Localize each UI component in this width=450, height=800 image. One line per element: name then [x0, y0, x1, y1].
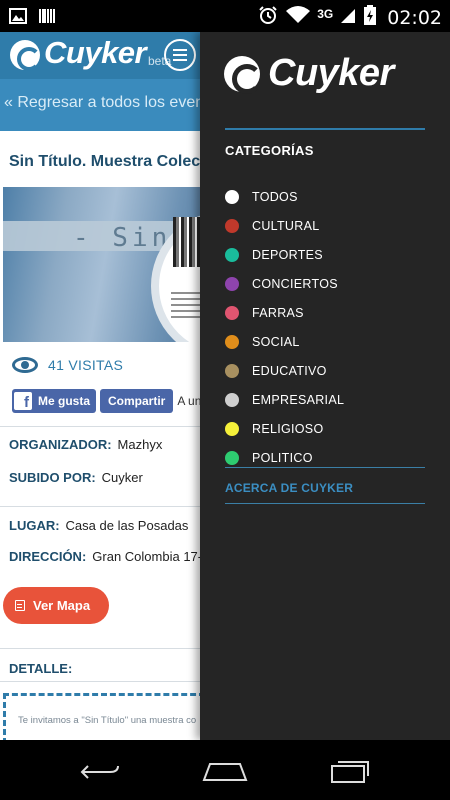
home-icon[interactable] — [202, 760, 248, 782]
category-label: SOCIAL — [252, 334, 300, 349]
category-label: TODOS — [252, 189, 298, 204]
detail-text: Te invitamos a "Sin Título" una muestra … — [18, 715, 197, 726]
category-dot-icon — [225, 218, 239, 233]
like-label: Me gusta — [38, 394, 91, 408]
category-dot-icon — [225, 189, 239, 204]
address-row: DIRECCIÓN: Gran Colombia 17-4 — [9, 549, 209, 564]
signal-icon — [339, 5, 357, 31]
category-item-social[interactable]: SOCIAL — [225, 327, 435, 356]
category-dot-icon — [225, 421, 239, 436]
visits-text: 41 VISITAS — [48, 357, 124, 373]
category-item-todos[interactable]: TODOS — [225, 182, 435, 211]
category-dot-icon — [225, 450, 239, 465]
detail-heading: DETALLE: — [9, 661, 73, 676]
drawer-divider — [225, 467, 425, 468]
view-map-button[interactable]: Ver Mapa — [3, 587, 109, 624]
social-buttons: f Me gusta Compartir A una p — [12, 389, 218, 413]
map-button-label: Ver Mapa — [33, 598, 91, 613]
hamburger-icon[interactable] — [164, 39, 196, 71]
navigation-drawer: Cuyker CATEGORÍAS TODOS CULTURAL DEPORTES C… — [200, 32, 450, 740]
visits-counter: 41 VISITAS — [12, 357, 123, 373]
category-item-empresarial[interactable]: EMPRESARIAL — [225, 385, 435, 414]
recent-apps-icon[interactable] — [330, 756, 372, 784]
alarm-icon — [257, 4, 279, 32]
drawer-brand[interactable]: Cuyker — [268, 52, 394, 95]
uploaded-value: Cuyker — [101, 470, 143, 485]
system-nav-bar — [0, 740, 450, 800]
address-value: Gran Colombia 17-4 — [92, 549, 210, 564]
category-dot-icon — [225, 247, 239, 262]
category-dot-icon — [225, 334, 239, 349]
category-dot-icon — [225, 276, 239, 291]
category-dot-icon — [225, 363, 239, 378]
about-cuyker-link[interactable]: ACERCA DE CUYKER — [225, 481, 353, 495]
categories-heading: CATEGORÍAS — [225, 143, 314, 158]
facebook-icon: f — [14, 392, 32, 410]
image-icon — [8, 6, 28, 31]
facebook-like-button[interactable]: f Me gusta — [12, 389, 97, 413]
organizer-label: ORGANIZADOR: — [9, 437, 112, 452]
eye-icon — [12, 357, 38, 373]
map-icon — [15, 600, 25, 611]
category-label: CULTURAL — [252, 218, 320, 233]
uploaded-by-row: SUBIDO POR: Cuyker — [9, 470, 143, 485]
address-label: DIRECCIÓN: — [9, 549, 87, 564]
status-bar: 3G 02:02 — [0, 0, 450, 32]
place-label: LUGAR: — [9, 518, 60, 533]
place-value: Casa de las Posadas — [65, 518, 189, 533]
organizer-value: Mazhyx — [117, 437, 163, 452]
drawer-divider — [225, 503, 425, 504]
clock: 02:02 — [387, 7, 442, 29]
back-icon[interactable] — [80, 762, 120, 782]
back-link-text: « Regresar a todos los eventos — [4, 94, 226, 111]
share-label: Compartir — [108, 394, 166, 408]
brand-name[interactable]: Cuyker — [44, 35, 147, 71]
barcode-icon — [38, 6, 56, 31]
facebook-share-button[interactable]: Compartir — [100, 389, 174, 413]
network-type: 3G — [317, 7, 334, 21]
drawer-divider — [225, 128, 425, 130]
category-dot-icon — [225, 392, 239, 407]
place-row: LUGAR: Casa de las Posadas — [9, 518, 188, 533]
category-item-cultural[interactable]: CULTURAL — [225, 211, 435, 240]
cuyker-logo-icon — [224, 56, 262, 94]
category-label: POLITICO — [252, 450, 313, 465]
category-item-educativo[interactable]: EDUCATIVO — [225, 356, 435, 385]
category-item-religioso[interactable]: RELIGIOSO — [225, 414, 435, 443]
poster-text: - Sin — [73, 223, 172, 253]
category-item-farras[interactable]: FARRAS — [225, 298, 435, 327]
category-label: EMPRESARIAL — [252, 392, 345, 407]
uploaded-label: SUBIDO POR: — [9, 470, 96, 485]
event-title: Sin Título. Muestra Colectiva — [9, 153, 228, 170]
category-label: EDUCATIVO — [252, 363, 327, 378]
organizer-row: ORGANIZADOR: Mazhyx — [9, 437, 162, 452]
screen: 3G 02:02 Cuyker beta « Regresar a todos … — [0, 0, 450, 800]
category-label: FARRAS — [252, 305, 304, 320]
category-label: RELIGIOSO — [252, 421, 324, 436]
category-label: CONCIERTOS — [252, 276, 338, 291]
category-label: DEPORTES — [252, 247, 323, 262]
category-item-deportes[interactable]: DEPORTES — [225, 240, 435, 269]
category-list: TODOS CULTURAL DEPORTES CONCIERTOS FARRAS SOC… — [225, 182, 435, 472]
category-dot-icon — [225, 305, 239, 320]
wifi-icon — [285, 5, 311, 31]
cuyker-logo-icon — [10, 40, 41, 71]
battery-charging-icon — [363, 4, 377, 32]
category-item-conciertos[interactable]: CONCIERTOS — [225, 269, 435, 298]
